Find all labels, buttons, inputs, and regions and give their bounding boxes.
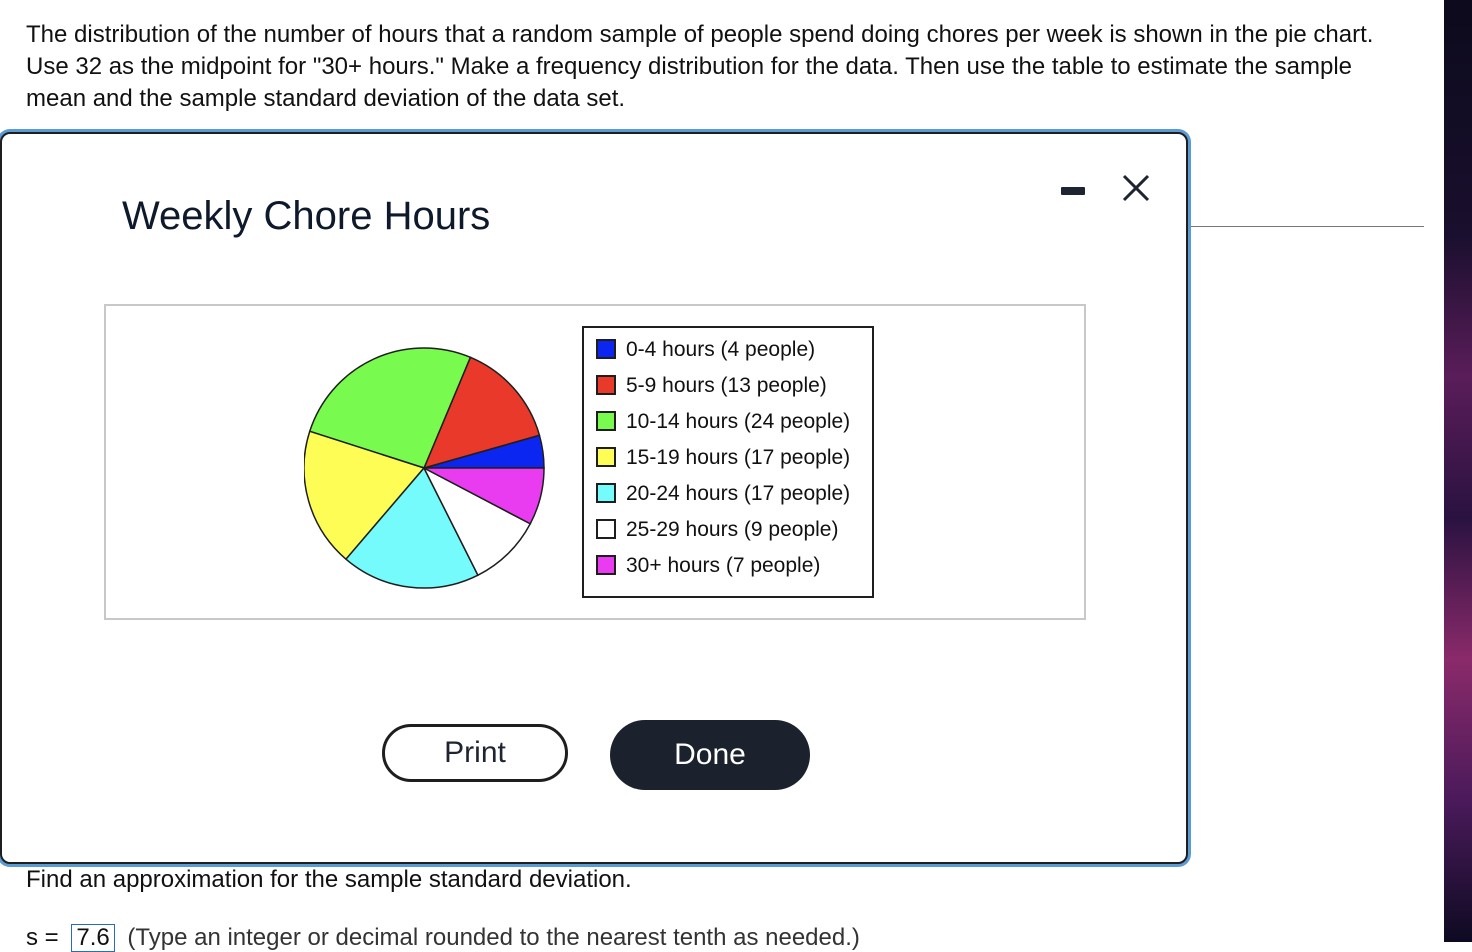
legend-swatch <box>596 483 616 503</box>
legend-label: 25-29 hours (9 people) <box>626 518 839 541</box>
answer-prefix: s = <box>26 924 59 951</box>
legend-item: 20-24 hours (17 people) <box>596 482 850 506</box>
pie-chart <box>304 347 545 589</box>
chart-legend: 0-4 hours (4 people) 5-9 hours (13 people… <box>582 326 874 598</box>
question-text: The distribution of the number of hours … <box>26 21 1374 112</box>
answer-hint: (Type an integer or decimal rounded to t… <box>127 924 860 951</box>
chart-frame: 0-4 hours (4 people) 5-9 hours (13 people… <box>104 304 1086 620</box>
legend-swatch <box>596 447 616 467</box>
legend-swatch <box>596 375 616 395</box>
chart-dialog: Weekly Chore Hours 0-4 hours (4 people) 5… <box>0 132 1188 864</box>
legend-label: 30+ hours (7 people) <box>626 554 821 577</box>
close-icon <box>1122 174 1150 202</box>
done-button[interactable]: Done <box>610 720 810 790</box>
minimize-button[interactable] <box>1058 180 1088 200</box>
legend-item: 15-19 hours (17 people) <box>596 446 850 470</box>
answer-line: s = 7.6 (Type an integer or decimal roun… <box>26 924 860 952</box>
legend-label: 5-9 hours (13 people) <box>626 374 827 397</box>
legend-item: 0-4 hours (4 people) <box>596 338 815 362</box>
legend-label: 0-4 hours (4 people) <box>626 338 816 361</box>
print-button[interactable]: Print <box>382 724 568 782</box>
legend-label: 15-19 hours (17 people) <box>626 446 851 469</box>
divider <box>1190 226 1424 227</box>
legend-item: 10-14 hours (24 people) <box>596 410 850 434</box>
desktop-background <box>1444 0 1472 942</box>
legend-swatch <box>596 411 616 431</box>
answer-input[interactable]: 7.6 <box>71 924 115 952</box>
legend-swatch <box>596 555 616 575</box>
legend-label: 10-14 hours (24 people) <box>626 410 851 433</box>
close-button[interactable] <box>1118 170 1154 206</box>
dialog-title: Weekly Chore Hours <box>122 194 491 238</box>
legend-item: 25-29 hours (9 people) <box>596 518 838 542</box>
legend-item: 30+ hours (7 people) <box>596 554 820 578</box>
legend-swatch <box>596 519 616 539</box>
legend-label: 20-24 hours (17 people) <box>626 482 851 505</box>
prompt-standard-deviation: Find an approximation for the sample sta… <box>26 866 632 893</box>
legend-item: 5-9 hours (13 people) <box>596 374 827 398</box>
minimize-icon <box>1061 187 1085 195</box>
legend-swatch <box>596 339 616 359</box>
